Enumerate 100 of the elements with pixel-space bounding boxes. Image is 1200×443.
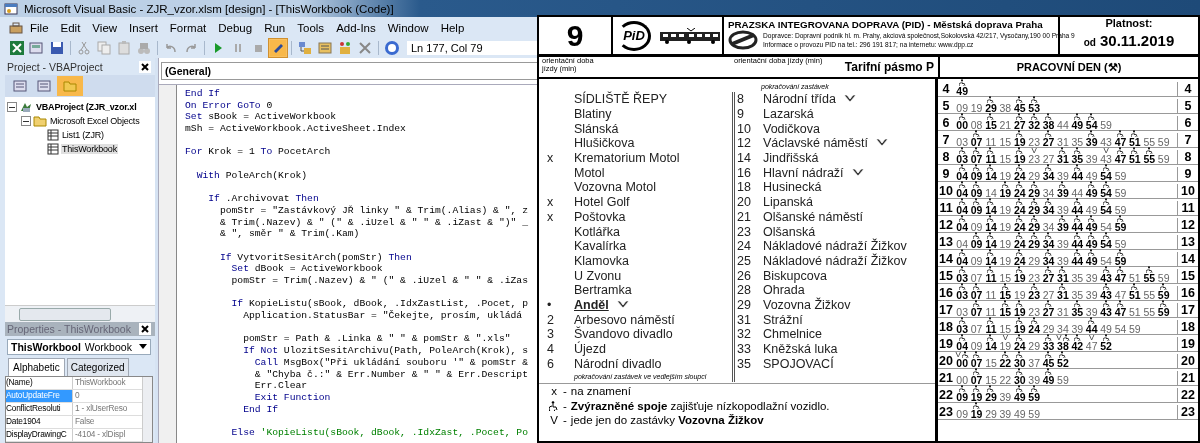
departure-minute: 27 [1042,137,1055,147]
departure-minute: 21 [999,120,1012,130]
departure-minute: 39 [1028,375,1040,385]
menu-item[interactable]: Tools [291,21,331,34]
stop-name: Vozovna Motol [574,180,656,195]
cut-button[interactable] [75,39,93,57]
departure-minute: 59 [1057,375,1069,385]
collapse-icon[interactable] [21,116,31,126]
stop-marker: 25 [737,253,752,268]
departure-minute: 19 [970,392,983,402]
hour-label: 22 [938,388,954,402]
stop-marker: 21 [737,209,752,224]
departure-minute: 39 [1085,290,1098,300]
departure-minute: 11 [985,154,997,164]
property-name[interactable]: DisplayDrawingC [6,429,73,441]
copy-button[interactable] [95,39,113,57]
departure-minute: 15 [999,137,1012,147]
tree-item[interactable]: Microsoft Excel Objects [49,116,141,126]
tree-item[interactable]: VBAProject (ZJR_vzor.xl [35,102,138,112]
departure-minute: 09 [970,205,983,215]
object-dropdown[interactable]: ThisWorkbool Workbook [7,338,151,355]
property-value[interactable]: ThisWorkbook [73,377,126,389]
stop-name: Olšanské náměstí [763,209,864,224]
save-button[interactable] [48,39,66,57]
departure-minute: 44 [1071,256,1084,266]
hour-label: 7 [1177,133,1198,147]
paste-button[interactable] [115,39,133,57]
project-explorer-button[interactable] [296,39,314,57]
departure-minute: 24 [1013,256,1026,266]
departure-minute: 38 [1042,120,1055,130]
departure-minute: 04 [956,222,969,232]
excel-button[interactable] [8,39,26,57]
departure-minute: 49 [1085,239,1098,249]
properties-button[interactable] [316,39,334,57]
departure-minute: 19 [1013,324,1026,334]
menu-item[interactable]: Window [381,21,435,34]
menu-item[interactable]: View [86,21,124,34]
departure-minute: 15 [999,273,1012,283]
menu-item[interactable]: Insert [123,21,164,34]
stop-marker: 23 [737,224,752,239]
departure-minute: 15 [999,307,1012,317]
departure-minute: 11 [985,307,997,317]
hour-label: 10 [1177,184,1198,198]
stop-name: Husinecká [763,180,822,195]
legend-dash: - [563,399,567,412]
stop-marker: 31 [737,312,752,327]
property-name[interactable]: ConflictResoluti [6,403,73,415]
hour-label: 17 [1177,303,1198,317]
design-mode-button[interactable] [269,39,287,57]
paste-icon [116,40,132,56]
departure-minute: 55 [1143,273,1156,283]
hour-label: 6 [941,116,951,130]
vertical-scrollbar[interactable] [142,377,152,442]
stop-marker: 28 [737,283,752,298]
hour-label: 7 [941,133,951,147]
code-line: pomStr = Path & .Linka & " " & pomStr & ".xls" [242,333,512,346]
menu-item[interactable]: Debug [212,21,259,34]
collapse-icon[interactable] [7,102,17,112]
validity-date: 30.11.2019 [1100,32,1175,49]
close-icon[interactable] [139,60,151,73]
departure-minute: 09 [970,222,983,232]
departure-minute: 54 [1114,324,1127,334]
departure-minute: 39 [1085,307,1098,317]
property-value[interactable]: 0 [73,390,80,402]
departure-minute: 23 [1028,154,1040,164]
hour-label: 8 [941,150,951,164]
tree-item[interactable]: ThisWorkbook [61,144,118,154]
hour-label: 16 [938,286,954,300]
property-name[interactable]: (Name) [6,377,73,389]
property-name[interactable]: Date1904 [6,416,73,428]
departure-minute: 44 [1071,171,1084,181]
tab[interactable]: Alphabetic [8,358,65,376]
menu-item[interactable]: File [24,21,55,34]
code-line: For Krok = 1 To PocetArch [185,146,332,159]
menu-item[interactable]: Format [163,21,213,34]
departure-minute: 09 [956,409,969,419]
stop-name: Blatiny [574,107,612,122]
departure-minute: 51 [1129,273,1141,283]
property-value[interactable]: -4104 - xlDispl [73,429,126,441]
departure-minute: 27 [1042,307,1055,317]
dpp-logo-icon [728,30,758,50]
code-line: Set sBook = ActiveWorkbook [185,111,338,124]
toggle-folders-button[interactable] [57,76,83,96]
horizontal-scrollbar[interactable] [5,305,155,322]
tab[interactable]: Categorized [66,358,129,376]
departure-minute: 19 [999,205,1012,215]
stop-name: Újezd [574,342,606,357]
departure-minute: 07 [970,358,983,368]
tree-item[interactable]: List1 (ZJR) [61,130,105,140]
menu-item[interactable]: Run [258,21,292,34]
menu-item[interactable]: Edit [54,21,87,34]
departure-minute: 19 [1013,273,1026,283]
departure-minute: 19 [970,103,983,113]
departure-minute: 15 [999,154,1012,164]
departure-minute: 51 [1129,154,1141,164]
menu-item[interactable]: Help [434,21,471,34]
property-value[interactable]: False [73,416,95,428]
dropdown-arrow-icon [139,343,147,350]
property-value[interactable]: 1 - xlUserReso [73,403,128,415]
menu-item[interactable]: Add-Ins [330,21,382,34]
